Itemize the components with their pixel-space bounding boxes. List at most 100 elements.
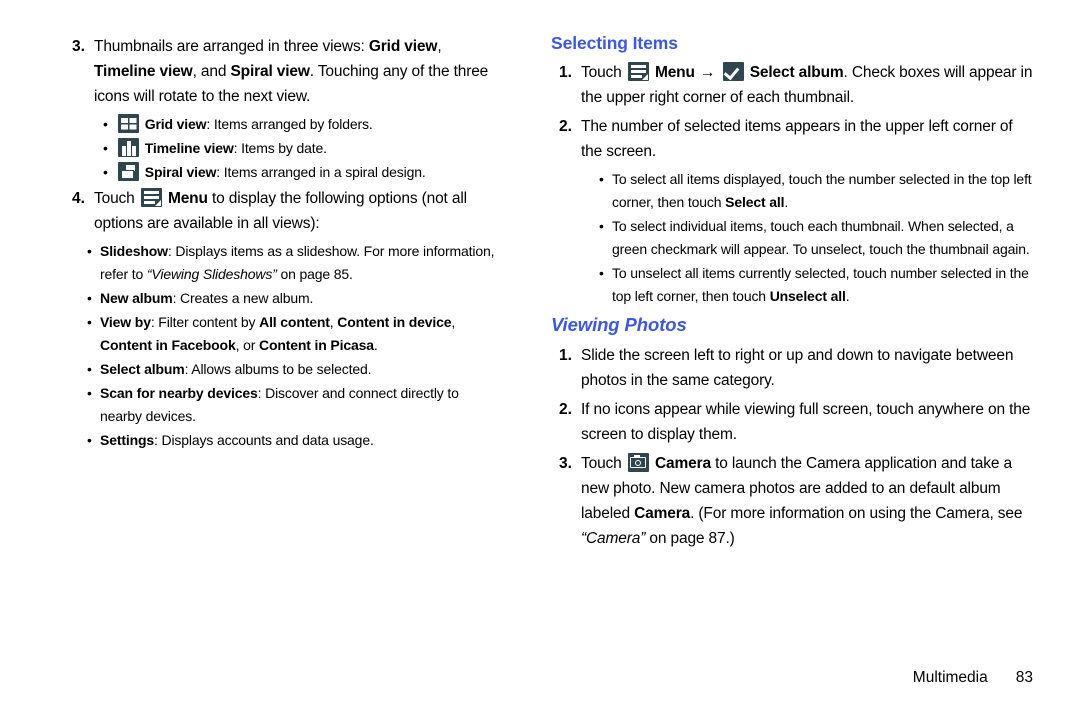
option-select-album-label: Select album (100, 361, 185, 377)
timeline-view-icon[interactable] (118, 138, 139, 157)
option-view-by: View by: Filter content by All content, … (86, 311, 504, 357)
option-view-by-desc-a: : Filter content by (150, 314, 260, 330)
left-column: 3. Thumbnails are arranged in three view… (64, 34, 504, 453)
filter-content-in-picasa: Content in Picasa (258, 337, 374, 353)
option-view-by-label: View by (100, 314, 151, 330)
heading-selecting-items: Selecting Items (551, 33, 678, 53)
step-3-text-b: , (437, 38, 442, 55)
viewing-step-1-number: 1. (559, 346, 572, 364)
grid-view-icon[interactable] (118, 114, 139, 133)
filter-all-content: All content (259, 314, 330, 330)
step-3-bold-spiral: Spiral view (230, 63, 310, 80)
viewing-step-3-text-c: . (For more information on using the Cam… (690, 504, 1023, 522)
selecting-step-1-bold-menu: Menu (654, 64, 695, 82)
option-slideshow-label: Slideshow (100, 243, 168, 259)
step-3: 3. Thumbnails are arranged in three view… (64, 34, 504, 109)
option-settings-label: Settings (100, 432, 155, 448)
viewing-step-2-number: 2. (559, 400, 572, 418)
selecting-step-1-number: 1. (559, 64, 572, 82)
page-footer: Multimedia 83 (913, 669, 1033, 687)
bullet-select-individual: To select individual items, touch each t… (598, 215, 1033, 261)
option-new-album: New album: Creates a new album. (86, 287, 504, 310)
option-settings: Settings: Displays accounts and data usa… (86, 429, 504, 452)
bullet-unselect-all-text-b: . (845, 288, 850, 305)
viewing-step-2: 2. If no icons appear while viewing full… (551, 397, 1033, 447)
option-scan-nearby-label: Scan for nearby devices (100, 385, 258, 401)
bullet-select-all: To select all items displayed, touch the… (598, 168, 1033, 214)
selecting-step-2: 2. The number of selected items appears … (551, 114, 1033, 164)
option-view-by-desc-b: . (373, 337, 378, 353)
option-select-album: Select album: Allows albums to be select… (86, 358, 504, 381)
right-column: Selecting Items 1. Touch Menu → Select a… (551, 33, 1033, 555)
manual-page: 3. Thumbnails are arranged in three view… (0, 0, 1080, 720)
bullet-select-all-text-b: . (784, 194, 789, 211)
timeline-view-desc: : Items by date. (233, 140, 327, 156)
option-slideshow: Slideshow: Displays items as a slideshow… (86, 240, 504, 286)
step-4-text: Touch Menu to display the following opti… (94, 186, 504, 236)
selecting-step-1-bold-select: Select album (749, 64, 844, 82)
selecting-step-1: 1. Touch Menu → Select album. Check boxe… (551, 60, 1033, 110)
step-3-text-a: Thumbnails are arranged in three views: (94, 38, 369, 55)
option-settings-desc: : Displays accounts and data usage. (154, 432, 374, 448)
menu-icon[interactable] (627, 62, 649, 82)
viewing-step-3-text: Touch Camera to launch the Camera applic… (581, 451, 1033, 551)
viewing-step-3-text-a: Touch (581, 454, 626, 472)
option-slideshow-ref: “Viewing Slideshows” (146, 266, 277, 282)
viewing-step-3-text-d: on page 87.) (645, 529, 735, 547)
option-new-album-desc: : Creates a new album. (172, 290, 314, 306)
selecting-step-2-number: 2. (559, 118, 572, 136)
footer-page-number: 83 (1015, 669, 1033, 686)
check-icon[interactable] (722, 62, 744, 82)
bullet-grid-view: Grid view: Items arranged by folders. (102, 113, 504, 136)
selecting-step-1-text: Touch Menu → Select album. Check boxes w… (581, 60, 1033, 110)
sep-2: , (451, 314, 456, 330)
viewing-step-3: 3. Touch Camera to launch the Camera app… (551, 451, 1033, 551)
viewing-step-3-bold-b: Camera (634, 504, 691, 522)
step-4-text-a: Touch (94, 190, 139, 207)
viewing-step-1-text: Slide the screen left to right or up and… (581, 346, 1014, 389)
spiral-view-desc: : Items arranged in a spiral design. (216, 164, 426, 180)
viewing-step-2-text: If no icons appear while viewing full sc… (581, 400, 1031, 443)
bullet-unselect-all-bold: Unselect all (769, 288, 846, 305)
step-3-bold-grid: Grid view (368, 38, 438, 55)
selecting-step-1-text-a: Touch (581, 64, 626, 82)
filter-content-in-facebook: Content in Facebook (100, 337, 236, 353)
bullet-timeline-view: Timeline view: Items by date. (102, 137, 504, 160)
spiral-view-icon[interactable] (118, 162, 139, 181)
step-4-bold-menu: Menu (167, 190, 208, 207)
menu-icon[interactable] (140, 188, 162, 207)
option-new-album-label: New album (100, 290, 173, 306)
menu-options-list: Slideshow: Displays items as a slideshow… (86, 240, 504, 452)
camera-icon[interactable] (627, 452, 649, 472)
step-3-text-c: , and (192, 63, 231, 80)
sep-3: , or (235, 337, 259, 353)
bullet-select-all-bold: Select all (725, 194, 785, 211)
bullet-select-all-text-a: To select all items displayed, touch the… (612, 171, 1032, 211)
grid-view-label: Grid view (144, 116, 207, 132)
step-4-number: 4. (72, 190, 85, 207)
viewing-step-3-bold-a: Camera (654, 454, 711, 472)
option-scan-nearby: Scan for nearby devices: Discover and co… (86, 382, 504, 428)
bullet-spiral-view: Spiral view: Items arranged in a spiral … (102, 161, 504, 184)
selecting-step-2-text: The number of selected items appears in … (581, 118, 1013, 161)
bullet-select-individual-text: To select individual items, touch each t… (612, 218, 1030, 258)
viewing-step-3-number: 3. (559, 454, 572, 472)
option-slideshow-desc-b: on page 85. (276, 266, 353, 282)
step-3-number: 3. (72, 38, 85, 55)
view-bullet-list: Grid view: Items arranged by folders. Ti… (102, 113, 504, 184)
arrow-right-icon: → (700, 64, 716, 82)
timeline-view-label: Timeline view (144, 140, 234, 156)
spiral-view-label: Spiral view (144, 164, 217, 180)
heading-viewing-photos: Viewing Photos (551, 314, 687, 336)
step-4: 4. Touch Menu to display the following o… (64, 186, 504, 236)
step-3-text: Thumbnails are arranged in three views: … (94, 34, 504, 109)
bullet-unselect-all: To unselect all items currently selected… (598, 262, 1033, 308)
option-select-album-desc: : Allows albums to be selected. (184, 361, 372, 377)
step-3-bold-timeline: Timeline view (94, 63, 193, 80)
viewing-step-1: 1. Slide the screen left to right or up … (551, 343, 1033, 393)
footer-section-name: Multimedia (912, 669, 988, 686)
select-bullet-list: To select all items displayed, touch the… (598, 168, 1033, 308)
grid-view-desc: : Items arranged by folders. (206, 116, 373, 132)
filter-content-in-device: Content in device (337, 314, 452, 330)
viewing-step-3-ref: “Camera” (581, 529, 646, 547)
